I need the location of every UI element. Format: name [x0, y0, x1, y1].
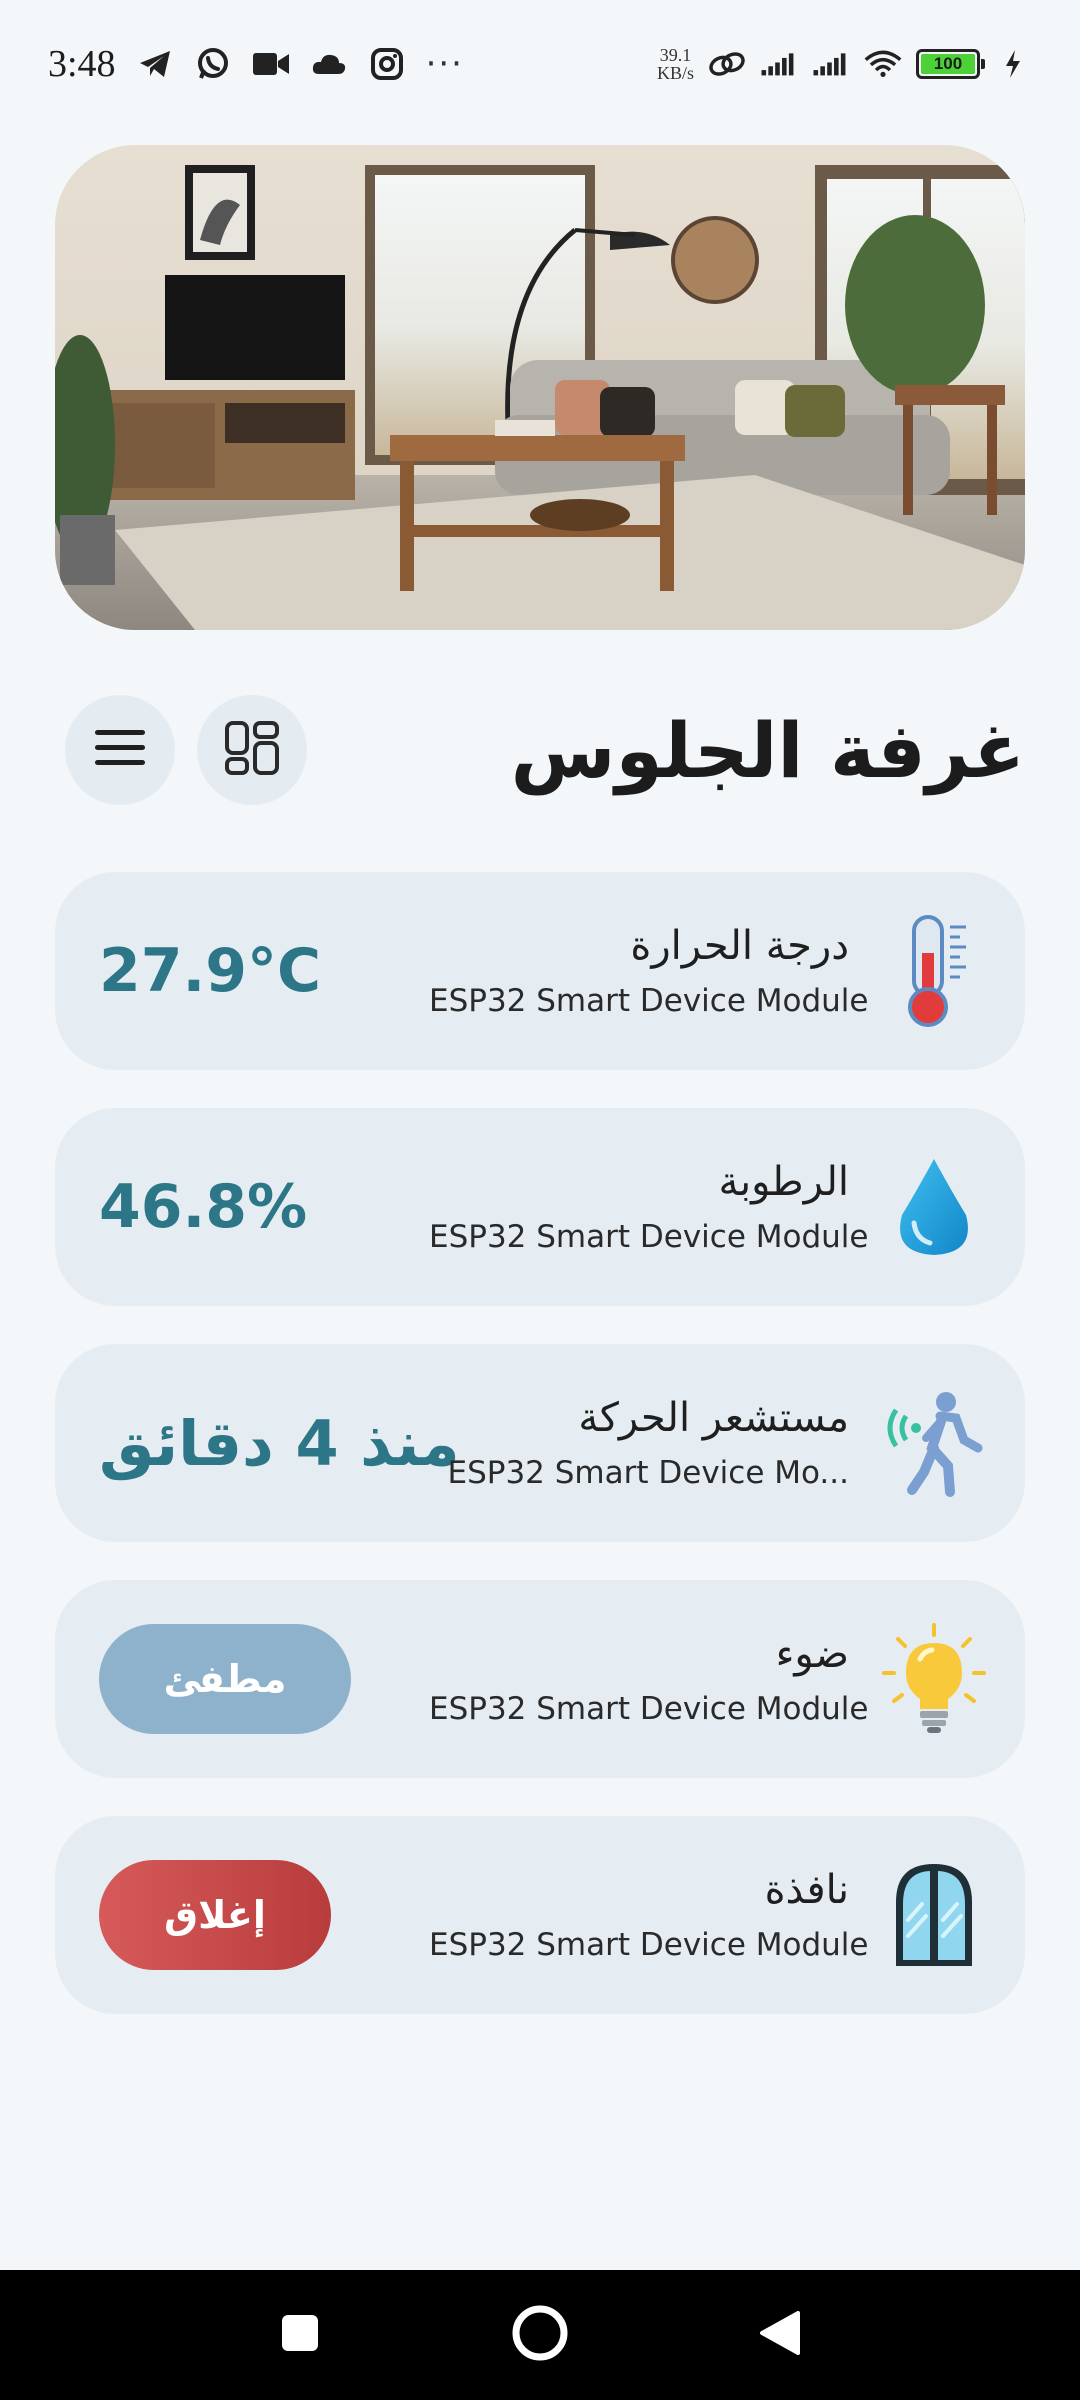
device-name: مستشعر الحركة — [578, 1395, 849, 1441]
device-list: 27.9°C درجة الحرارة ESP32 Smart Device M… — [55, 872, 1025, 2052]
device-card-window[interactable]: إغلاق نافذة ESP32 Smart Device Module — [55, 1816, 1025, 2014]
device-name: ضوء — [775, 1631, 849, 1677]
hamburger-menu-icon — [93, 728, 147, 772]
status-bar-left: 3:48 ··· — [48, 42, 464, 86]
motion-sensor-icon — [879, 1383, 989, 1503]
whatsapp-icon — [194, 45, 232, 83]
device-card-motion[interactable]: منذ 4 دقائق مستشعر الحركة ESP32 Smart De… — [55, 1344, 1025, 1542]
device-card-light[interactable]: مطفئ ضوء ESP32 Smart Device Module — [55, 1580, 1025, 1778]
device-info: ضوء ESP32 Smart Device Module — [429, 1631, 869, 1727]
device-card-humidity[interactable]: 46.8% الرطوبة ESP32 Smart Device Module — [55, 1108, 1025, 1306]
network-speed-unit: KB/s — [656, 63, 694, 83]
status-bar-right: 39.1 KB/s 100 — [657, 45, 1032, 83]
network-speed-value: 39.1 — [659, 45, 692, 65]
room-photo — [55, 145, 1025, 630]
device-subtitle: ESP32 Smart Device Module — [429, 983, 869, 1019]
water-drop-icon — [879, 1147, 989, 1267]
device-subtitle: ESP32 Smart Device Module — [429, 1927, 869, 1963]
device-info: الرطوبة ESP32 Smart Device Module — [429, 1159, 869, 1255]
signal-strength-icon — [760, 45, 798, 83]
motion-last-detected: منذ 4 دقائق — [99, 1406, 460, 1480]
window-icon — [879, 1855, 989, 1975]
device-subtitle: ESP32 Smart Device Module — [429, 1219, 869, 1255]
more-notifications-icon: ··· — [425, 44, 464, 84]
wifi-icon — [864, 45, 902, 83]
charging-icon — [994, 45, 1032, 83]
telegram-icon — [136, 45, 174, 83]
status-time: 3:48 — [48, 43, 116, 85]
thermometer-icon — [879, 911, 989, 1031]
recents-button[interactable] — [265, 2300, 335, 2370]
device-info: مستشعر الحركة ESP32 Smart Device Mo... — [448, 1395, 850, 1491]
device-subtitle: ESP32 Smart Device Module — [429, 1691, 869, 1727]
battery-level: 100 — [921, 54, 975, 74]
window-close-button[interactable]: إغلاق — [99, 1860, 331, 1970]
home-button[interactable] — [505, 2300, 575, 2370]
grid-icon — [224, 720, 280, 780]
device-name: درجة الحرارة — [630, 923, 849, 969]
signal-strength-icon-2 — [812, 45, 850, 83]
network-speed: 39.1 KB/s — [657, 46, 694, 82]
menu-button[interactable] — [65, 695, 175, 805]
room-header: غرفة الجلوس — [55, 690, 1025, 810]
status-bar: 3:48 ··· 39.1 KB/s 100 — [0, 0, 1080, 128]
system-navigation-bar — [0, 2270, 1080, 2400]
light-toggle-button[interactable]: مطفئ — [99, 1624, 351, 1734]
square-icon — [280, 2313, 320, 2357]
device-info: نافذة ESP32 Smart Device Module — [429, 1867, 869, 1963]
grid-view-button[interactable] — [197, 695, 307, 805]
video-icon — [252, 45, 290, 83]
smart-home-screen: 3:48 ··· 39.1 KB/s 100 غرفة الجلوس 27.9°… — [0, 0, 1080, 2400]
cloud-icon — [310, 45, 348, 83]
device-info: درجة الحرارة ESP32 Smart Device Module — [429, 923, 869, 1019]
device-name: الرطوبة — [718, 1159, 849, 1205]
battery-icon: 100 — [916, 49, 985, 79]
device-card-temperature[interactable]: 27.9°C درجة الحرارة ESP32 Smart Device M… — [55, 872, 1025, 1070]
light-bulb-icon — [879, 1619, 989, 1739]
device-subtitle: ESP32 Smart Device Mo... — [447, 1455, 850, 1491]
instagram-icon — [368, 45, 406, 83]
temperature-value: 27.9°C — [99, 936, 322, 1006]
humidity-value: 46.8% — [99, 1172, 308, 1242]
link-icon — [708, 45, 746, 83]
page-title: غرفة الجلوس — [510, 705, 1025, 795]
home-circle-icon — [511, 2304, 569, 2366]
device-name: نافذة — [764, 1867, 849, 1913]
back-triangle-icon — [758, 2309, 802, 2361]
back-button[interactable] — [745, 2300, 815, 2370]
